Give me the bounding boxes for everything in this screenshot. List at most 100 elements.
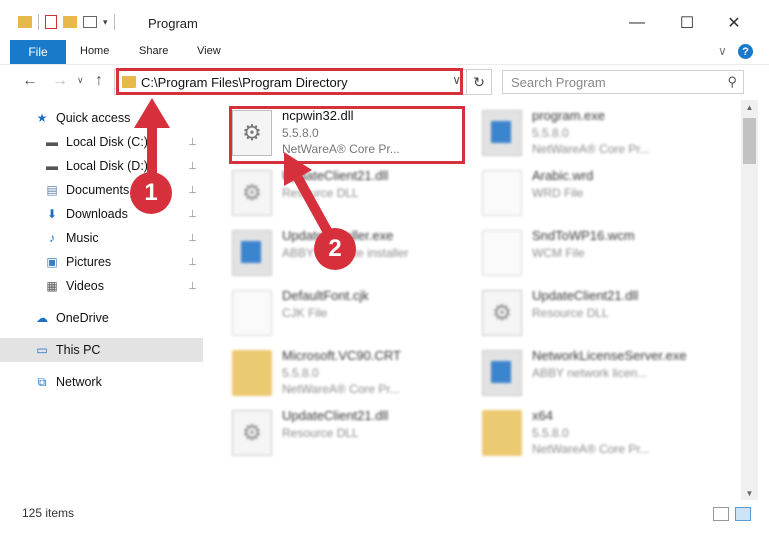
scroll-thumb[interactable] — [743, 118, 756, 164]
details-view-button[interactable] — [713, 507, 729, 521]
pictures-icon: ▣ — [46, 255, 58, 269]
new-folder-icon[interactable] — [63, 16, 77, 28]
sidebar-item-documents[interactable]: ▤ Documents ⊥ — [0, 178, 203, 202]
sidebar-item-label: Local Disk (C:) — [66, 135, 148, 149]
music-icon: ♪ — [49, 231, 55, 245]
tab-view[interactable]: View — [197, 45, 221, 57]
large-icons-view-button[interactable] — [735, 507, 751, 521]
help-icon[interactable]: ? — [738, 44, 753, 59]
file-item[interactable]: SndToWP16.wcm WCM File — [482, 228, 722, 278]
file-detail: 5.5.8.0 — [532, 426, 569, 440]
file-detail: ABBY network licen... — [532, 366, 648, 380]
pin-icon[interactable]: ⊥ — [188, 161, 197, 172]
network-icon: ⧉ — [37, 374, 47, 389]
document-icon — [482, 230, 522, 276]
close-button[interactable]: ✕ — [714, 10, 754, 36]
sidebar-item-onedrive[interactable]: ☁ OneDrive — [0, 306, 203, 330]
minimize-button[interactable]: — — [617, 10, 657, 36]
maximize-button[interactable]: ☐ — [667, 10, 707, 36]
recent-locations-button[interactable]: ∨ — [77, 75, 84, 86]
file-detail: 5.5.8.0 — [532, 126, 569, 140]
file-detail: WRD File — [532, 186, 584, 200]
navigation-pane: ★ Quick access ▬ Local Disk (C:) ⊥ ▬ Local Dis… — [0, 100, 207, 500]
sidebar-item-network[interactable]: ⧉ Network — [0, 370, 203, 394]
scroll-up-icon[interactable]: ▲ — [741, 100, 758, 114]
sidebar-item-local-disk-c[interactable]: ▬ Local Disk (C:) ⊥ — [0, 130, 203, 154]
status-bar: 125 items — [0, 500, 769, 538]
sidebar-item-pictures[interactable]: ▣ Pictures ⊥ — [0, 250, 203, 274]
file-item[interactable]: ⚙ UpdateClient21.dll Resource DLL — [232, 168, 472, 218]
customize-toolbar-icon[interactable] — [83, 16, 97, 28]
folder-icon — [18, 16, 32, 28]
pin-icon[interactable]: ⊥ — [188, 281, 197, 292]
sidebar-item-quick-access[interactable]: ★ Quick access — [0, 106, 203, 130]
sidebar-item-label: Music — [66, 231, 99, 245]
pin-icon[interactable]: ⊥ — [188, 233, 197, 244]
file-item[interactable]: DefaultFont.cjk CJK File — [232, 288, 472, 338]
file-item[interactable]: x64 5.5.8.0 NetWareA® Core Pr... — [482, 408, 722, 458]
item-count: 125 items — [22, 506, 75, 520]
drive-icon: ▬ — [46, 159, 58, 173]
exe-icon — [482, 350, 522, 396]
vertical-scrollbar[interactable]: ▲ ▼ — [741, 100, 758, 500]
up-button[interactable]: ↑ — [95, 72, 103, 90]
folder-icon — [232, 350, 272, 396]
pin-icon[interactable]: ⊥ — [188, 257, 197, 268]
document-icon — [482, 170, 522, 216]
tab-file[interactable]: File — [10, 40, 66, 64]
toolbar-divider — [38, 14, 39, 30]
dll-gear-icon: ⚙ — [482, 290, 522, 336]
file-detail: Resource DLL — [532, 306, 609, 320]
file-item[interactable]: ⚙ UpdateClient21.dll Resource DLL — [482, 288, 722, 338]
file-item[interactable]: Microsoft.VC90.CRT 5.5.8.0 NetWareA® Core … — [232, 348, 472, 398]
file-name: UpdateClient21.dll — [532, 288, 639, 303]
sidebar-item-this-pc[interactable]: ▭ This PC — [0, 338, 203, 362]
search-input[interactable]: Search Program ⚲ — [502, 70, 744, 94]
file-name: UpdateClient21.dll — [282, 408, 389, 423]
expand-ribbon-button[interactable]: ∨ — [718, 44, 727, 58]
tab-share[interactable]: Share — [139, 45, 168, 57]
file-name: SndToWP16.wcm — [532, 228, 635, 243]
chevron-down-icon[interactable]: ▾ — [103, 17, 108, 28]
dll-gear-icon: ⚙ — [232, 410, 272, 456]
back-button[interactable]: ← — [22, 72, 38, 90]
file-detail: WCM File — [532, 246, 585, 260]
drive-icon: ▬ — [46, 135, 58, 149]
pin-icon[interactable]: ⊥ — [188, 185, 197, 196]
sidebar-item-label: Videos — [66, 279, 104, 293]
file-item[interactable]: program.exe 5.5.8.0 NetWareA® Core Pr... — [482, 108, 722, 158]
scroll-down-icon[interactable]: ▼ — [741, 486, 758, 500]
computer-icon: ▭ — [36, 343, 48, 357]
search-icon[interactable]: ⚲ — [727, 74, 737, 90]
sidebar-item-label: Quick access — [56, 111, 131, 125]
pin-icon[interactable]: ⊥ — [188, 137, 197, 148]
sidebar-item-label: Downloads — [66, 207, 128, 221]
forward-button[interactable]: → — [52, 72, 68, 90]
file-detail: 5.5.8.0 — [282, 366, 319, 380]
sidebar-item-downloads[interactable]: ⬇ Downloads ⊥ — [0, 202, 203, 226]
pin-icon[interactable]: ⊥ — [188, 209, 197, 220]
exe-icon — [482, 110, 522, 156]
videos-icon: ▦ — [46, 279, 58, 293]
sidebar-item-music[interactable]: ♪ Music ⊥ — [0, 226, 203, 250]
properties-icon[interactable] — [45, 15, 57, 29]
documents-icon: ▤ — [46, 183, 58, 197]
file-detail: Resource DLL — [282, 426, 359, 440]
file-item[interactable]: ⚙ UpdateClient21.dll Resource DLL — [232, 408, 472, 458]
sidebar-item-label: Pictures — [66, 255, 112, 269]
document-icon — [232, 290, 272, 336]
file-detail: CJK File — [282, 306, 328, 320]
sidebar-item-videos[interactable]: ▦ Videos ⊥ — [0, 274, 203, 298]
exe-icon — [232, 230, 272, 276]
sidebar-item-label: Documents — [66, 183, 130, 197]
file-item[interactable]: NetworkLicenseServer.exe ABBY network lic… — [482, 348, 722, 398]
sidebar-item-local-disk-d[interactable]: ▬ Local Disk (D:) ⊥ — [0, 154, 203, 178]
refresh-button[interactable]: ↻ — [466, 70, 491, 94]
file-item[interactable]: Arabic.wrd WRD File — [482, 168, 722, 218]
file-detail: NetWareA® Core Pr... — [282, 382, 400, 396]
file-name: DefaultFont.cjk — [282, 288, 369, 303]
file-name: NetworkLicenseServer.exe — [532, 348, 687, 363]
file-detail: NetWareA® Core Pr... — [532, 442, 650, 456]
tab-home[interactable]: Home — [80, 45, 109, 57]
toolbar-divider — [113, 14, 115, 30]
